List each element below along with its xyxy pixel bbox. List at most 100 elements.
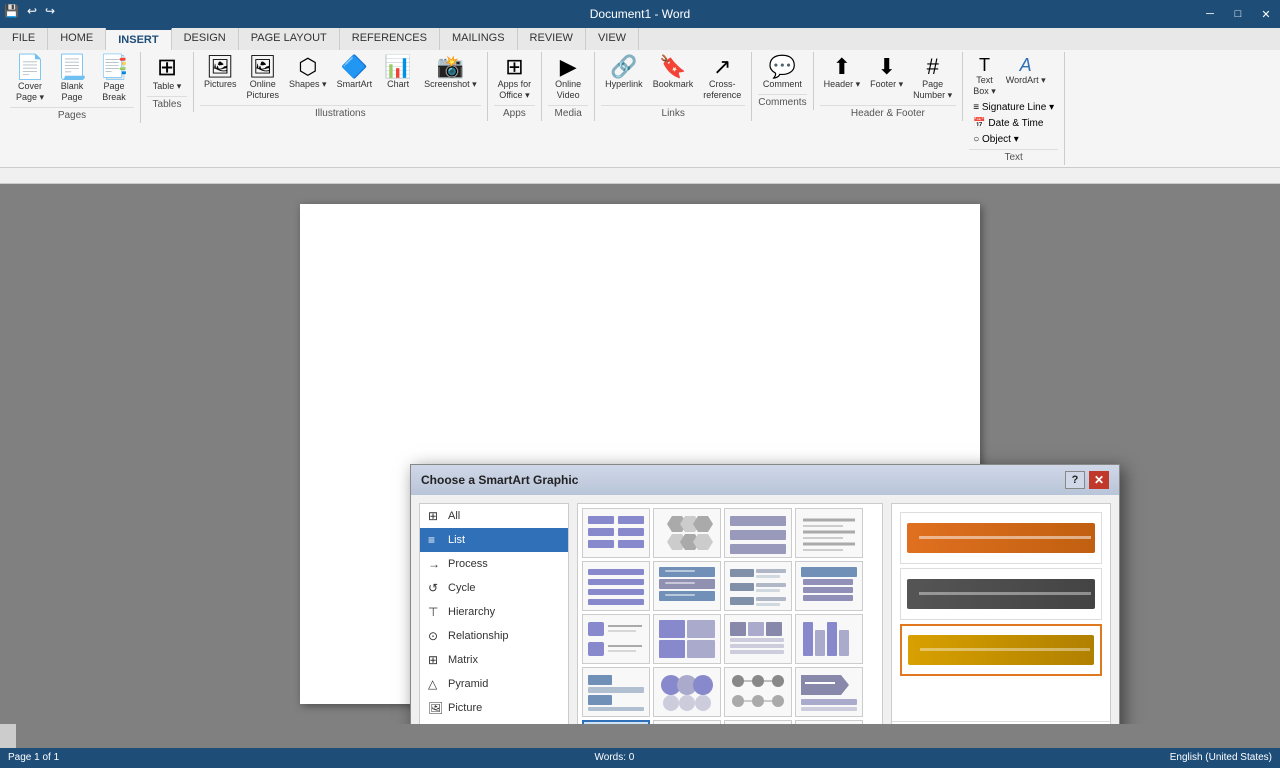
cat-officecom[interactable]: 🌐 Office.com (420, 720, 568, 724)
shapes-btn[interactable]: ⬡ Shapes ▾ (285, 54, 331, 92)
graphics-grid-panel (577, 503, 883, 724)
cat-process-label: Process (448, 558, 488, 570)
window-controls[interactable]: ─ □ ✕ (1196, 0, 1280, 28)
chart-label: Chart (387, 79, 409, 90)
graphic-grouped-list[interactable] (653, 614, 721, 664)
graphic-bullet-accent[interactable] (582, 614, 650, 664)
cat-all-icon: ⊞ (428, 509, 442, 523)
pages-group-label: Pages (10, 107, 134, 121)
undo-icon[interactable]: ↩ (27, 4, 37, 18)
cat-pyramid[interactable]: △ Pyramid (420, 672, 568, 696)
object-label: ○ Object ▾ (973, 134, 1019, 145)
tab-design[interactable]: DESIGN (172, 28, 239, 50)
cat-list[interactable]: ≡ List (420, 528, 568, 552)
tab-file[interactable]: FILE (0, 28, 48, 50)
table-btn[interactable]: ⊞ Table ▾ (147, 54, 187, 94)
close-btn[interactable]: ✕ (1252, 0, 1280, 28)
date-time-btn[interactable]: 📅 Date & Time (969, 116, 1047, 131)
tab-view[interactable]: VIEW (586, 28, 639, 50)
table-label: Table ▾ (153, 81, 182, 92)
preview-panel: Vertical Box List Use to show several gr… (891, 503, 1111, 724)
tab-page-layout[interactable]: PAGE LAYOUT (239, 28, 340, 50)
ruler (0, 168, 1280, 184)
cross-ref-btn[interactable]: ↗ Cross-reference (699, 54, 745, 103)
ribbon-tab-bar: FILE HOME INSERT DESIGN PAGE LAYOUT REFE… (0, 28, 1280, 50)
bookmark-icon: 🔖 (659, 56, 686, 78)
apps-office-btn[interactable]: ⊞ Apps forOffice ▾ (494, 54, 536, 103)
tab-mailings[interactable]: MAILINGS (440, 28, 518, 50)
group-links: 🔗 Hyperlink 🔖 Bookmark ↗ Cross-reference… (595, 52, 752, 121)
online-pictures-btn[interactable]: 🖼 OnlinePictures (243, 54, 284, 103)
cat-all[interactable]: ⊞ All (420, 504, 568, 528)
smartart-icon: 🔷 (341, 56, 368, 78)
graphic-circular-process[interactable] (653, 667, 721, 717)
date-time-label: 📅 Date & Time (973, 118, 1043, 129)
cat-picture[interactable]: 🖼 Picture (420, 696, 568, 720)
blank-page-btn[interactable]: 📃 BlankPage (52, 54, 92, 105)
graphic-stacked-list[interactable] (724, 508, 792, 558)
cat-cycle[interactable]: ↺ Cycle (420, 576, 568, 600)
chart-btn[interactable]: 📊 Chart (378, 54, 418, 92)
tab-references[interactable]: REFERENCES (340, 28, 440, 50)
header-btn[interactable]: ⬆ Header ▾ (820, 54, 865, 92)
maximize-btn[interactable]: □ (1224, 0, 1252, 28)
graphic-basic-block-list[interactable] (582, 508, 650, 558)
graphic-simple-list[interactable] (582, 561, 650, 611)
graphic-indented-list[interactable] (724, 561, 792, 611)
tab-insert[interactable]: INSERT (106, 28, 171, 50)
graphic-detailed-list[interactable] (653, 561, 721, 611)
tab-review[interactable]: REVIEW (518, 28, 586, 50)
dialog-body: ⊞ All ≡ List → Process (411, 495, 1119, 724)
graphic-hexagon-cluster[interactable] (653, 508, 721, 558)
textbox-btn[interactable]: T TextBox ▾ (969, 54, 1000, 99)
cat-relationship[interactable]: ⊙ Relationship (420, 624, 568, 648)
graphic-vertical-box-list[interactable] (582, 720, 650, 724)
minimize-btn[interactable]: ─ (1196, 0, 1224, 28)
screenshot-btn[interactable]: 📸 Screenshot ▾ (420, 54, 481, 92)
graphic-dots-diagram[interactable] (724, 667, 792, 717)
preview-item-orange (900, 512, 1102, 564)
comment-label: Comment (763, 79, 802, 90)
online-video-btn[interactable]: ▶ OnlineVideo (548, 54, 588, 103)
hyperlink-btn[interactable]: 🔗 Hyperlink (601, 54, 647, 92)
footer-btn[interactable]: ⬇ Footer ▾ (866, 54, 907, 92)
graphic-4col-grid[interactable] (724, 720, 792, 724)
graphic-circle-accent[interactable] (795, 720, 863, 724)
page-break-btn[interactable]: 📑 PageBreak (94, 54, 134, 105)
smartart-btn[interactable]: 🔷 SmartArt (333, 54, 377, 92)
cat-process[interactable]: → Process (420, 552, 568, 576)
object-btn[interactable]: ○ Object ▾ (969, 132, 1023, 147)
cat-relationship-icon: ⊙ (428, 629, 442, 643)
dialog-close-btn[interactable]: ✕ (1089, 471, 1109, 489)
status-lang: English (United States) (1170, 752, 1272, 763)
graphic-arrow-list[interactable] (795, 667, 863, 717)
online-pictures-icon: 🖼 (249, 56, 277, 78)
wordart-btn[interactable]: A WordArt ▾ (1002, 54, 1050, 99)
page-number-btn[interactable]: # PageNumber ▾ (909, 54, 956, 103)
cover-page-btn[interactable]: 📄 CoverPage ▾ (10, 54, 50, 105)
cat-matrix[interactable]: ⊞ Matrix (420, 648, 568, 672)
pictures-btn[interactable]: 🖼 Pictures (200, 54, 241, 92)
redo-icon[interactable]: ↪ (45, 4, 55, 18)
apps-office-icon: ⊞ (505, 56, 523, 78)
comment-btn[interactable]: 💬 Comment (759, 54, 806, 92)
header-footer-group-label: Header & Footer (820, 105, 957, 119)
dialog-help-btn[interactable]: ? (1065, 471, 1085, 489)
save-icon[interactable]: 💾 (4, 4, 19, 18)
document-area: Choose a SmartArt Graphic ? ✕ ⊞ All (0, 168, 1280, 748)
sig-line-btn[interactable]: ≡ Signature Line ▾ (969, 100, 1058, 115)
graphic-alternating-tiles[interactable] (653, 720, 721, 724)
graphic-3col-list[interactable] (724, 614, 792, 664)
dialog-title-bar: Choose a SmartArt Graphic ? ✕ (411, 465, 1119, 495)
cat-matrix-icon: ⊞ (428, 653, 442, 667)
cat-hierarchy[interactable]: ⊤ Hierarchy (420, 600, 568, 624)
graphic-vertical-bars[interactable] (795, 614, 863, 664)
group-media: ▶ OnlineVideo Media (542, 52, 595, 121)
cat-hierarchy-label: Hierarchy (448, 606, 495, 618)
graphic-small-boxes[interactable] (582, 667, 650, 717)
tab-home[interactable]: HOME (48, 28, 106, 50)
graphic-horizontal-lines[interactable] (795, 508, 863, 558)
quick-access-toolbar[interactable]: 💾 ↩ ↪ (4, 4, 59, 18)
bookmark-btn[interactable]: 🔖 Bookmark (649, 54, 698, 92)
graphic-vertical-boxes[interactable] (795, 561, 863, 611)
